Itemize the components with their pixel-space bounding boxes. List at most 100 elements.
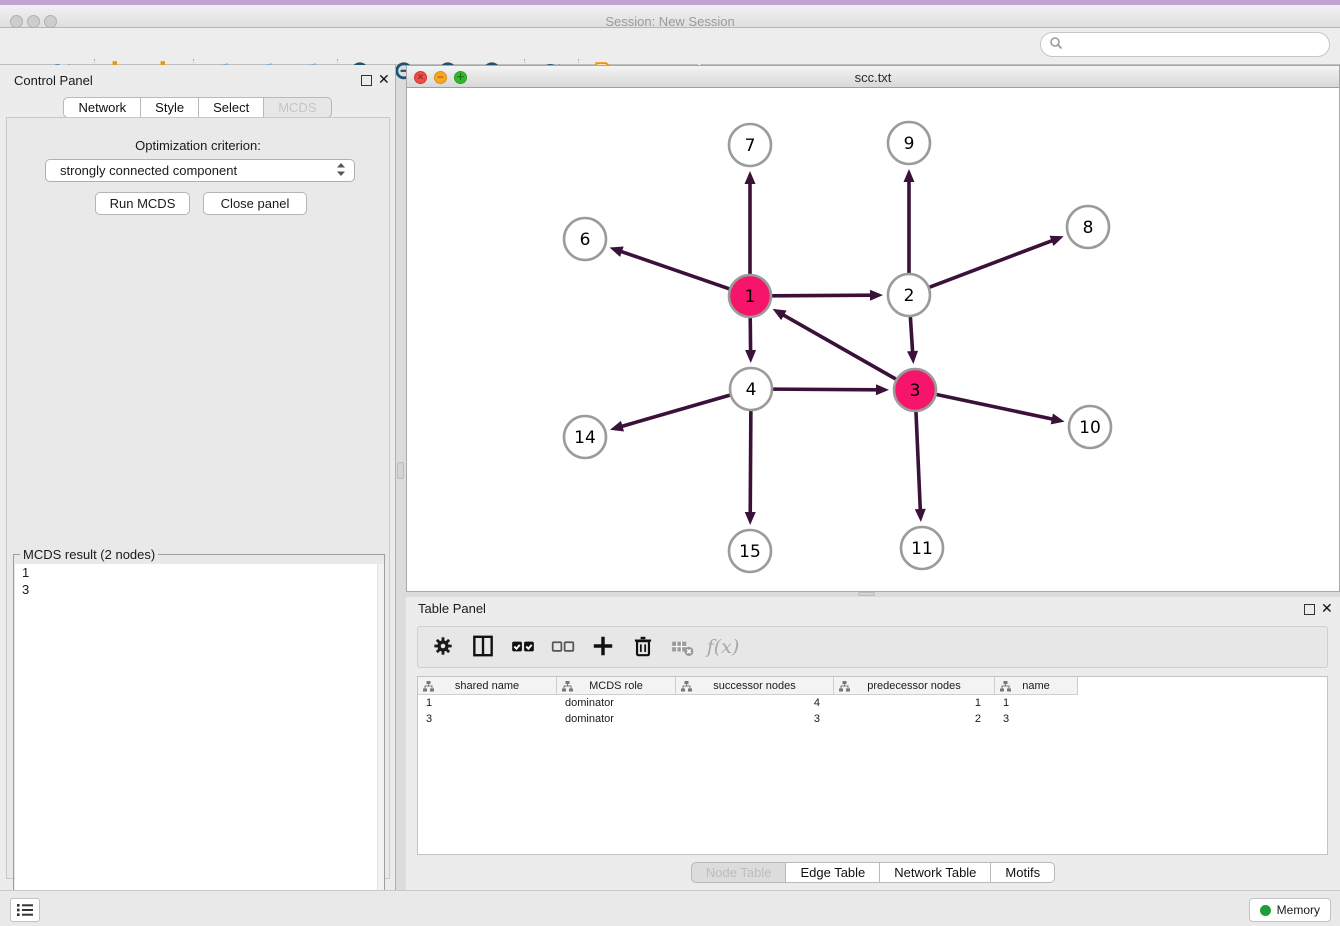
add-row-icon (590, 633, 616, 662)
graph-node-6[interactable]: 6 (564, 218, 606, 260)
graph-node-2[interactable]: 2 (888, 274, 930, 316)
search-icon (1049, 36, 1063, 53)
mcds-result-textarea[interactable]: 13 (15, 564, 384, 923)
svg-text:3: 3 (910, 381, 921, 401)
graph-node-10[interactable]: 10 (1069, 406, 1111, 448)
close-panel-icon[interactable]: ✕ (378, 71, 390, 88)
deselect-all-button[interactable] (550, 634, 576, 660)
select-all-button[interactable] (510, 634, 536, 660)
table-panel: Table Panel ✕ f(x) shared nameMCDS roles… (406, 597, 1340, 890)
window-title: Session: New Session (0, 14, 1340, 29)
column-label: MCDS role (589, 680, 643, 692)
memory-label: Memory (1277, 903, 1320, 917)
application-window: Session: New Session Control Panel ✕ Net… (0, 0, 1340, 926)
graph-node-14[interactable]: 14 (564, 416, 606, 458)
delete-row-icon (630, 633, 656, 662)
table-row[interactable]: 1dominator411 (418, 695, 1327, 711)
graph-edges (610, 169, 1065, 525)
svg-text:4: 4 (746, 380, 757, 400)
column-header-name[interactable]: name (995, 677, 1078, 695)
mcds-result-groupbox: MCDS result (2 nodes) 13 (13, 554, 385, 924)
tab-mcds[interactable]: MCDS (263, 97, 331, 118)
table-panel-title: Table Panel (418, 601, 486, 616)
criterion-dropdown[interactable]: strongly connected component (45, 159, 355, 182)
graph-node-15[interactable]: 15 (729, 530, 771, 572)
search-input[interactable] (1063, 35, 1329, 55)
cell-predecessor-nodes: 2 (834, 711, 995, 727)
select-all-icon (510, 633, 536, 662)
svg-text:7: 7 (745, 136, 756, 156)
tab-network[interactable]: Network (63, 97, 141, 118)
columns-icon (470, 633, 496, 662)
svg-text:10: 10 (1079, 418, 1101, 438)
table-float-icon[interactable] (1304, 604, 1315, 615)
delete-table-button (670, 634, 696, 660)
table-row[interactable]: 3dominator323 (418, 711, 1327, 727)
list-icon (16, 902, 34, 918)
network-window-title: scc.txt (407, 70, 1339, 85)
graph-node-4[interactable]: 4 (730, 368, 772, 410)
close-panel-button[interactable]: Close panel (203, 192, 307, 215)
network-view-window: ✕ − ＋ scc.txt 1 2 3 4 6 7 8 9 10 11 14 15 (406, 65, 1340, 592)
cell-successor-nodes: 3 (676, 711, 834, 727)
control-panel-tabs: NetworkStyleSelectMCDS (0, 97, 395, 118)
search-box[interactable] (1040, 32, 1330, 57)
svg-text:2: 2 (904, 286, 915, 306)
tab-select[interactable]: Select (198, 97, 264, 118)
columns-button[interactable] (470, 634, 496, 660)
graph-node-7[interactable]: 7 (729, 124, 771, 166)
column-header-successor-nodes[interactable]: successor nodes (676, 677, 834, 695)
tab-style[interactable]: Style (140, 97, 199, 118)
delete-row-button[interactable] (630, 634, 656, 660)
function-builder-button: f(x) (710, 634, 736, 660)
control-panel: Control Panel ✕ NetworkStyleSelectMCDS O… (0, 65, 396, 890)
table-tab-network-table[interactable]: Network Table (879, 862, 991, 883)
memory-button[interactable]: Memory (1249, 898, 1331, 922)
table-close-icon[interactable]: ✕ (1321, 600, 1333, 617)
cell-name: 1 (995, 695, 1078, 711)
node-table: shared name MCDS role successor nodes prede… (417, 676, 1328, 855)
network-canvas[interactable]: 1 2 3 4 6 7 8 9 10 11 14 15 (407, 88, 1339, 591)
column-label: successor nodes (713, 680, 796, 692)
result-scrollbar[interactable] (377, 564, 384, 923)
column-header-shared-name[interactable]: shared name (418, 677, 557, 695)
cell-MCDS-role: dominator (557, 695, 676, 711)
node-table-header: shared name MCDS role successor nodes prede… (418, 677, 1327, 695)
column-header-MCDS-role[interactable]: MCDS role (557, 677, 676, 695)
cell-shared-name: 1 (418, 695, 557, 711)
svg-text:15: 15 (739, 542, 761, 562)
mcds-result-value: 1 (15, 564, 384, 581)
deselect-all-icon (550, 633, 576, 662)
column-header-predecessor-nodes[interactable]: predecessor nodes (834, 677, 995, 695)
svg-text:9: 9 (904, 134, 915, 154)
task-history-button[interactable] (10, 898, 40, 922)
mcds-result-legend: MCDS result (2 nodes) (20, 547, 158, 562)
graph-node-11[interactable]: 11 (901, 527, 943, 569)
settings-button[interactable] (430, 634, 456, 660)
run-mcds-button[interactable]: Run MCDS (95, 192, 190, 215)
status-bar: Memory (0, 890, 1340, 926)
svg-text:8: 8 (1083, 218, 1094, 238)
add-row-button[interactable] (590, 634, 616, 660)
graph-node-1[interactable]: 1 (729, 275, 771, 317)
table-panel-tabs: Node TableEdge TableNetwork TableMotifs (406, 862, 1340, 883)
cell-predecessor-nodes: 1 (834, 695, 995, 711)
table-tab-motifs[interactable]: Motifs (990, 862, 1055, 883)
vertical-splitter-handle[interactable] (397, 462, 404, 479)
node-table-body: 1dominator4113dominator323 (418, 695, 1327, 727)
svg-text:11: 11 (911, 539, 933, 559)
table-tab-node-table[interactable]: Node Table (691, 862, 787, 883)
graph-node-3[interactable]: 3 (894, 369, 936, 411)
optimization-criterion-label: Optimization criterion: (7, 138, 389, 153)
horizontal-splitter-handle[interactable] (858, 592, 875, 596)
float-panel-icon[interactable] (361, 75, 372, 86)
graph-node-9[interactable]: 9 (888, 122, 930, 164)
control-panel-title: Control Panel (14, 73, 93, 88)
settings-icon (430, 633, 456, 662)
cell-MCDS-role: dominator (557, 711, 676, 727)
network-window-titlebar[interactable]: ✕ − ＋ scc.txt (407, 65, 1339, 88)
title-bar[interactable]: Session: New Session (0, 5, 1340, 28)
table-tab-edge-table[interactable]: Edge Table (785, 862, 880, 883)
delete-table-icon (670, 633, 696, 662)
graph-node-8[interactable]: 8 (1067, 206, 1109, 248)
